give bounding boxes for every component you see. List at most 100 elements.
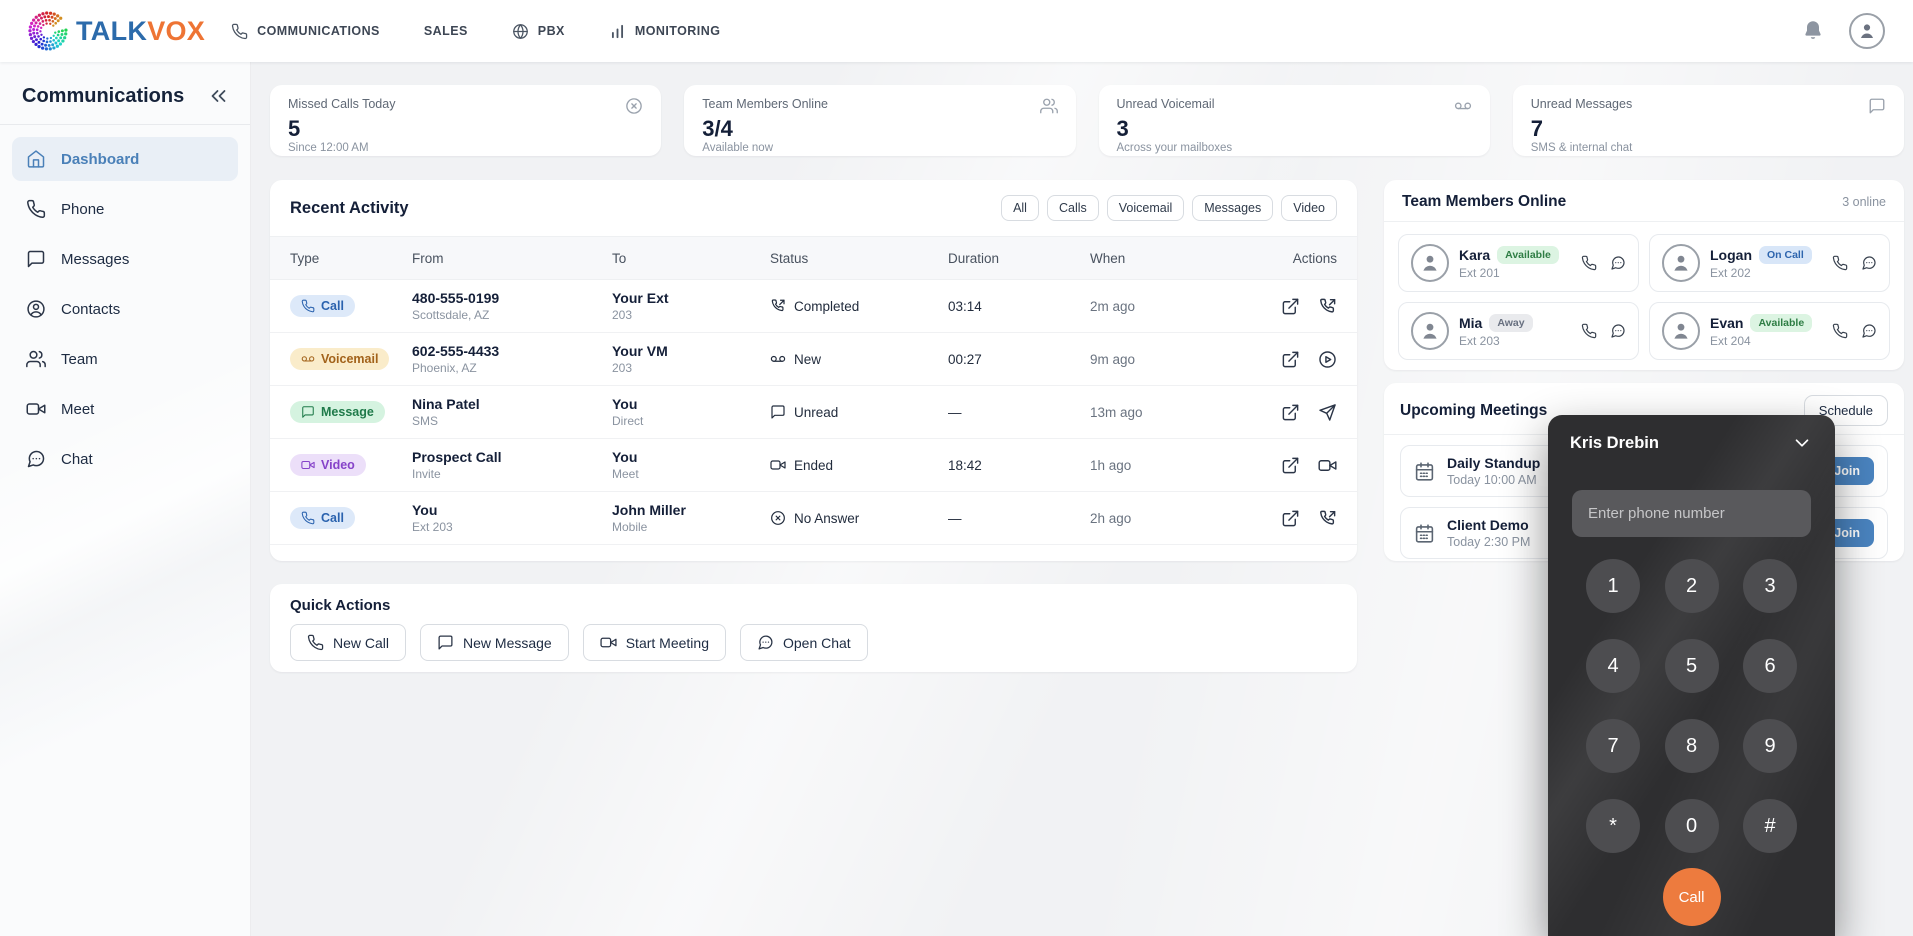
avatar xyxy=(1662,312,1700,350)
message-square-icon xyxy=(26,249,46,269)
person-icon xyxy=(1669,319,1693,343)
keypad-key-3[interactable]: 3 xyxy=(1743,559,1797,613)
message-dots-icon xyxy=(1861,323,1877,339)
keypad-key-1[interactable]: 1 xyxy=(1586,559,1640,613)
member-info: Kara Available Ext 201 xyxy=(1459,246,1571,280)
from-main: Prospect Call xyxy=(412,449,502,465)
keypad-key-5[interactable]: 5 xyxy=(1664,639,1719,693)
to-sub: Meet xyxy=(612,467,639,481)
nav-item-pbx[interactable]: PBX xyxy=(512,23,565,40)
table-row[interactable]: Video Prospect Call Invite You Meet Ended 18:4… xyxy=(270,439,1357,492)
quick-actions-row: New Call New Message Start Meeting Open Cha… xyxy=(290,624,1337,661)
user-avatar[interactable] xyxy=(1849,13,1885,49)
action-play-circle-button[interactable] xyxy=(1318,350,1337,369)
table-row[interactable]: Call You Ext 203 John Miller Mobile No Answer… xyxy=(270,492,1357,545)
to-main: John Miller xyxy=(612,502,686,518)
stat-card-top: Unread Voicemail xyxy=(1117,97,1472,115)
voicemail-icon xyxy=(770,351,786,367)
row-actions xyxy=(1253,297,1337,316)
type-badge-label: Voicemail xyxy=(321,351,379,366)
new-message-button[interactable]: New Message xyxy=(420,624,569,661)
filter-calls[interactable]: Calls xyxy=(1046,195,1099,221)
sidebar-header: Communications xyxy=(0,62,250,125)
person-icon xyxy=(1418,319,1442,343)
dialer-keypad: 1 2 3 4 5 6 7 8 9 * 0 # xyxy=(1586,559,1797,853)
member-chat-button[interactable] xyxy=(1861,323,1877,339)
open-chat-button[interactable]: Open Chat xyxy=(739,624,868,661)
stat-label: Team Members Online xyxy=(702,97,828,111)
sidebar-item-dashboard[interactable]: Dashboard xyxy=(12,137,238,181)
keypad-key-9[interactable]: 9 xyxy=(1743,719,1797,773)
action-external-link-button[interactable] xyxy=(1281,297,1300,316)
column-header-duration: Duration xyxy=(948,250,1000,266)
table-row[interactable]: Voicemail 602-555-4433 Phoenix, AZ Your VM 2… xyxy=(270,333,1357,386)
keypad-key-6[interactable]: 6 xyxy=(1743,639,1797,693)
action-external-link-button[interactable] xyxy=(1281,403,1300,422)
new-call-button[interactable]: New Call xyxy=(290,624,407,661)
stat-value: 3 xyxy=(1116,116,1129,141)
action-external-link-button[interactable] xyxy=(1281,509,1300,528)
keypad-key-pound[interactable]: # xyxy=(1743,799,1797,853)
member-info: Logan On Call Ext 202 xyxy=(1710,246,1822,280)
keypad-key-0[interactable]: 0 xyxy=(1664,799,1719,853)
sidebar-item-phone[interactable]: Phone xyxy=(12,187,238,231)
action-phone-outgoing-button[interactable] xyxy=(1318,509,1337,528)
member-chat-button[interactable] xyxy=(1610,255,1626,271)
brand-name: TALKVOX xyxy=(76,16,205,47)
member-call-button[interactable] xyxy=(1581,323,1597,339)
message-square-icon xyxy=(1868,97,1886,115)
keypad-key-4[interactable]: 4 xyxy=(1586,639,1640,693)
nav-item-communications[interactable]: COMMUNICATIONS xyxy=(231,23,380,40)
stat-label: Unread Messages xyxy=(1530,97,1633,111)
from-cell: You Ext 203 xyxy=(412,502,612,534)
phone-number-input[interactable] xyxy=(1572,490,1811,537)
filter-messages[interactable]: Messages xyxy=(1192,195,1274,221)
filter-all[interactable]: All xyxy=(1001,195,1039,221)
sidebar-item-meet[interactable]: Meet xyxy=(12,387,238,431)
action-video-button[interactable] xyxy=(1318,456,1337,475)
table-row[interactable]: Message Nina Patel SMS You Direct Unread — 13m … xyxy=(270,386,1357,439)
team-member-mia: Mia Away Ext 203 xyxy=(1398,302,1639,360)
keypad-key-7[interactable]: 7 xyxy=(1586,719,1640,773)
keypad-key-2[interactable]: 2 xyxy=(1664,559,1719,613)
person-icon xyxy=(1669,251,1693,275)
nav-item-sales[interactable]: SALES xyxy=(424,24,468,38)
action-external-link-button[interactable] xyxy=(1281,456,1300,475)
filter-voicemail[interactable]: Voicemail xyxy=(1106,195,1185,221)
action-phone-outgoing-button[interactable] xyxy=(1318,297,1337,316)
member-call-button[interactable] xyxy=(1832,255,1848,271)
member-chat-button[interactable] xyxy=(1861,255,1877,271)
message-dots-icon xyxy=(1610,323,1626,339)
nav-item-monitoring[interactable]: MONITORING xyxy=(609,23,721,40)
filter-video[interactable]: Video xyxy=(1281,195,1337,221)
row-actions xyxy=(1253,509,1337,528)
sidebar-item-team[interactable]: Team xyxy=(12,337,238,381)
sidebar-collapse-icon[interactable] xyxy=(206,84,230,108)
member-call-button[interactable] xyxy=(1581,255,1597,271)
start-meeting-button[interactable]: Start Meeting xyxy=(582,624,726,661)
call-button[interactable]: Call xyxy=(1662,868,1721,926)
member-name: Logan xyxy=(1710,247,1752,263)
member-call-button[interactable] xyxy=(1832,323,1848,339)
status-cell: New xyxy=(770,351,948,367)
notifications-bell-icon[interactable] xyxy=(1801,19,1825,43)
sidebar-item-chat[interactable]: Chat xyxy=(12,437,238,481)
external-link-icon xyxy=(1281,509,1300,528)
row-actions xyxy=(1253,456,1337,475)
sidebar-item-messages[interactable]: Messages xyxy=(12,237,238,281)
action-external-link-button[interactable] xyxy=(1281,350,1300,369)
brand-swirl-icon xyxy=(28,11,68,51)
action-send-button[interactable] xyxy=(1318,403,1337,422)
chevron-down-icon[interactable] xyxy=(1791,432,1813,454)
to-main: Your VM xyxy=(612,343,668,359)
quick-actions-card: Quick Actions New Call New Message Start M… xyxy=(270,584,1357,672)
member-line: Logan On Call xyxy=(1710,246,1822,264)
stat-sub: SMS & internal chat xyxy=(1530,142,1633,155)
sidebar-item-contacts[interactable]: Contacts xyxy=(12,287,238,331)
table-row[interactable]: Call 480-555-0199 Scottsdale, AZ Your Ext 20… xyxy=(270,280,1357,333)
member-chat-button[interactable] xyxy=(1610,323,1626,339)
keypad-key-8[interactable]: 8 xyxy=(1664,719,1719,773)
nav-item-label: MONITORING xyxy=(634,24,721,38)
brand-logo[interactable]: TALKVOX xyxy=(26,8,205,54)
keypad-key-star[interactable]: * xyxy=(1586,799,1640,853)
